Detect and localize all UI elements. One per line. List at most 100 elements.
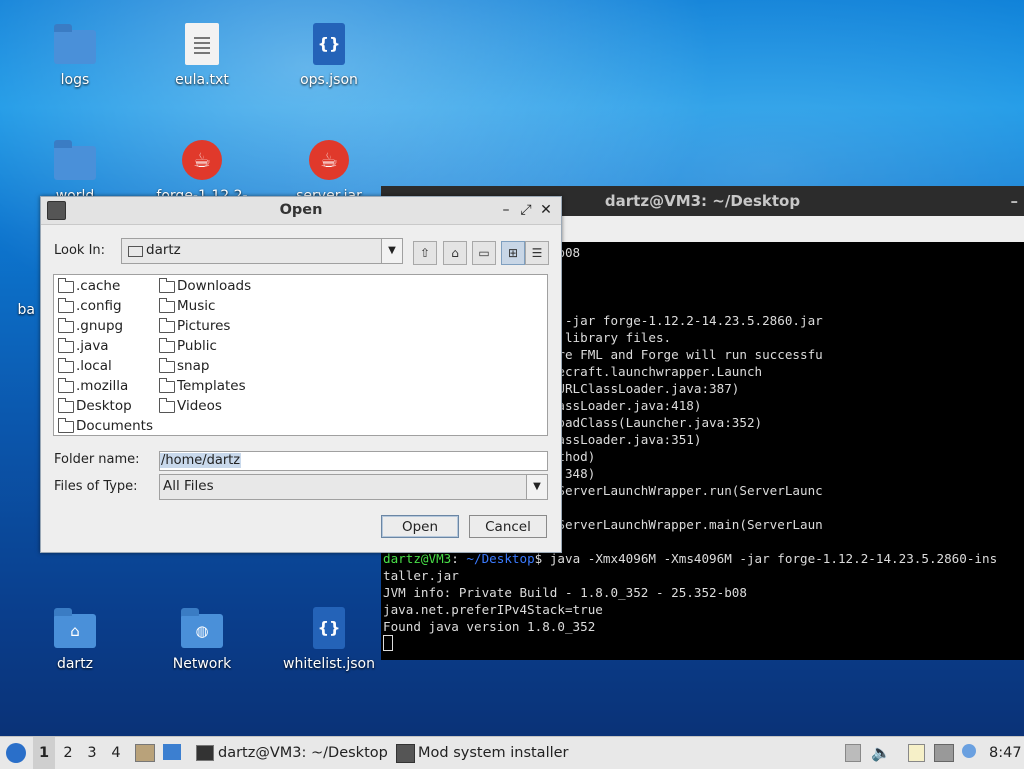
dialog-titlebar[interactable]: Open – ⤢ ✕ <box>41 197 561 225</box>
terminal-line: taller.jar <box>383 568 459 583</box>
workspace-1[interactable]: 1 <box>33 737 55 769</box>
workspace-4[interactable]: 4 <box>105 737 127 769</box>
folder-icon <box>58 318 74 333</box>
folder-icon <box>58 398 74 413</box>
terminal-icon <box>196 745 214 761</box>
network-icon[interactable] <box>934 744 954 762</box>
desktop-icon-whitelist-json[interactable]: {} whitelist.json <box>274 606 384 672</box>
folder-icon <box>159 338 175 353</box>
clock[interactable]: 8:47 <box>989 737 1022 769</box>
desktop-icon-ops-json[interactable]: {} ops.json <box>274 22 384 88</box>
cancel-button[interactable]: Cancel <box>469 515 547 538</box>
json-file-icon: {} <box>313 607 345 649</box>
list-item[interactable]: .gnupg <box>56 316 123 336</box>
list-item[interactable]: Documents <box>56 416 153 436</box>
text-file-icon <box>185 23 219 65</box>
files-of-type-label: Files of Type: <box>54 479 138 494</box>
desktop-icon-logs[interactable]: logs <box>20 22 130 88</box>
terminal-prompt-path: ~/Desktop <box>466 551 535 566</box>
folder-icon <box>54 24 96 64</box>
folder-icon <box>159 278 175 293</box>
eject-icon[interactable] <box>845 744 861 762</box>
app-menu-icon <box>6 743 26 763</box>
folder-icon <box>159 358 175 373</box>
list-item[interactable]: Public <box>157 336 217 356</box>
list-item[interactable]: Desktop <box>56 396 132 416</box>
home-folder-icon: ⌂ <box>54 608 96 648</box>
workspace-3[interactable]: 3 <box>81 737 103 769</box>
folder-icon <box>128 246 143 257</box>
volume-icon[interactable]: 🔈 <box>871 737 891 769</box>
chevron-down-icon[interactable]: ▼ <box>526 475 547 499</box>
desktop-icon-label: Network <box>172 656 232 672</box>
folder-icon <box>159 378 175 393</box>
close-icon[interactable]: ✕ <box>537 200 555 220</box>
folder-name-label: Folder name: <box>54 452 140 467</box>
clipboard-icon[interactable] <box>908 744 925 762</box>
list-view-button[interactable]: ⊞ <box>501 241 525 265</box>
terminal-title: dartz@VM3: ~/Desktop <box>604 192 801 210</box>
workspace-2[interactable]: 2 <box>57 737 79 769</box>
look-in-combo[interactable]: dartz ▼ <box>121 238 403 264</box>
folder-name-input[interactable]: /home/dartz <box>159 451 548 471</box>
home-button[interactable]: ⌂ <box>443 241 467 265</box>
folder-icon <box>54 140 96 180</box>
maximize-icon[interactable]: ⤢ <box>517 200 535 220</box>
folder-icon <box>58 378 74 393</box>
open-button[interactable]: Open <box>381 515 459 538</box>
desktop-icon-network[interactable]: ◍ Network <box>147 606 257 672</box>
terminal-prompt-user: dartz@VM3 <box>383 551 452 566</box>
desktop-icon-eula[interactable]: eula.txt <box>147 22 257 88</box>
desktop-icon-label: ops.json <box>300 72 358 88</box>
start-menu-button[interactable] <box>4 737 28 769</box>
new-folder-button[interactable]: ▭ <box>472 241 496 265</box>
java-icon: ☕ <box>309 140 349 180</box>
file-manager-icon[interactable] <box>135 744 155 762</box>
files-of-type-combo[interactable]: All Files ▼ <box>159 474 548 500</box>
minimize-icon[interactable]: – <box>1011 186 1019 216</box>
list-item[interactable]: Templates <box>157 376 246 396</box>
json-file-icon: {} <box>313 23 345 65</box>
look-in-label: Look In: <box>54 243 106 258</box>
open-file-dialog[interactable]: Open – ⤢ ✕ Look In: dartz ▼ ⇧ ⌂ ▭ ⊞ ☰ .c… <box>40 196 562 553</box>
desktop-icon-label: logs <box>60 72 90 88</box>
terminal-line: JVM info: Private Build - 1.8.0_352 - 25… <box>383 585 747 600</box>
task-mod-installer[interactable]: Mod system installer <box>394 737 569 769</box>
list-item[interactable]: .cache <box>56 276 120 296</box>
list-item[interactable]: .java <box>56 336 109 356</box>
folder-icon <box>58 278 74 293</box>
files-of-type-value: All Files <box>163 478 214 494</box>
desktop-icon-server-jar[interactable]: ☕ server.jar <box>274 138 384 204</box>
folder-icon <box>159 298 175 313</box>
desktop-icon-label: ba <box>17 302 35 318</box>
show-desktop-icon[interactable] <box>163 744 181 760</box>
list-item[interactable]: .local <box>56 356 112 376</box>
list-item[interactable]: Downloads <box>157 276 251 296</box>
desktop-icon-dartz[interactable]: ⌂ dartz <box>20 606 130 672</box>
notification-icon[interactable] <box>962 744 976 758</box>
list-item[interactable]: .mozilla <box>56 376 128 396</box>
list-item[interactable]: Videos <box>157 396 222 416</box>
desktop-icon-world[interactable]: world <box>20 138 130 204</box>
list-item[interactable]: Music <box>157 296 215 316</box>
look-in-value: dartz <box>146 242 181 258</box>
desktop-icon-label: dartz <box>56 656 94 672</box>
terminal-line: Found java version 1.8.0_352 <box>383 619 596 634</box>
taskbar: 1 2 3 4 dartz@VM3: ~/Desktop Mod system … <box>0 736 1024 769</box>
chevron-down-icon[interactable]: ▼ <box>381 239 402 263</box>
desktop-icon-partial[interactable]: ba <box>0 302 35 318</box>
list-item[interactable]: snap <box>157 356 209 376</box>
network-folder-icon: ◍ <box>181 608 223 648</box>
file-list[interactable]: .cache .config .gnupg .java .local .mozi… <box>53 274 548 436</box>
list-item[interactable]: Pictures <box>157 316 230 336</box>
task-terminal[interactable]: dartz@VM3: ~/Desktop <box>194 737 388 769</box>
terminal-cursor <box>383 635 393 651</box>
desktop-icon-label: whitelist.json <box>283 656 375 672</box>
folder-icon <box>159 318 175 333</box>
java-icon: ☕ <box>182 140 222 180</box>
up-folder-button[interactable]: ⇧ <box>413 241 437 265</box>
list-item[interactable]: .config <box>56 296 122 316</box>
minimize-icon[interactable]: – <box>497 200 515 220</box>
details-view-button[interactable]: ☰ <box>525 241 549 265</box>
folder-icon <box>58 418 74 433</box>
